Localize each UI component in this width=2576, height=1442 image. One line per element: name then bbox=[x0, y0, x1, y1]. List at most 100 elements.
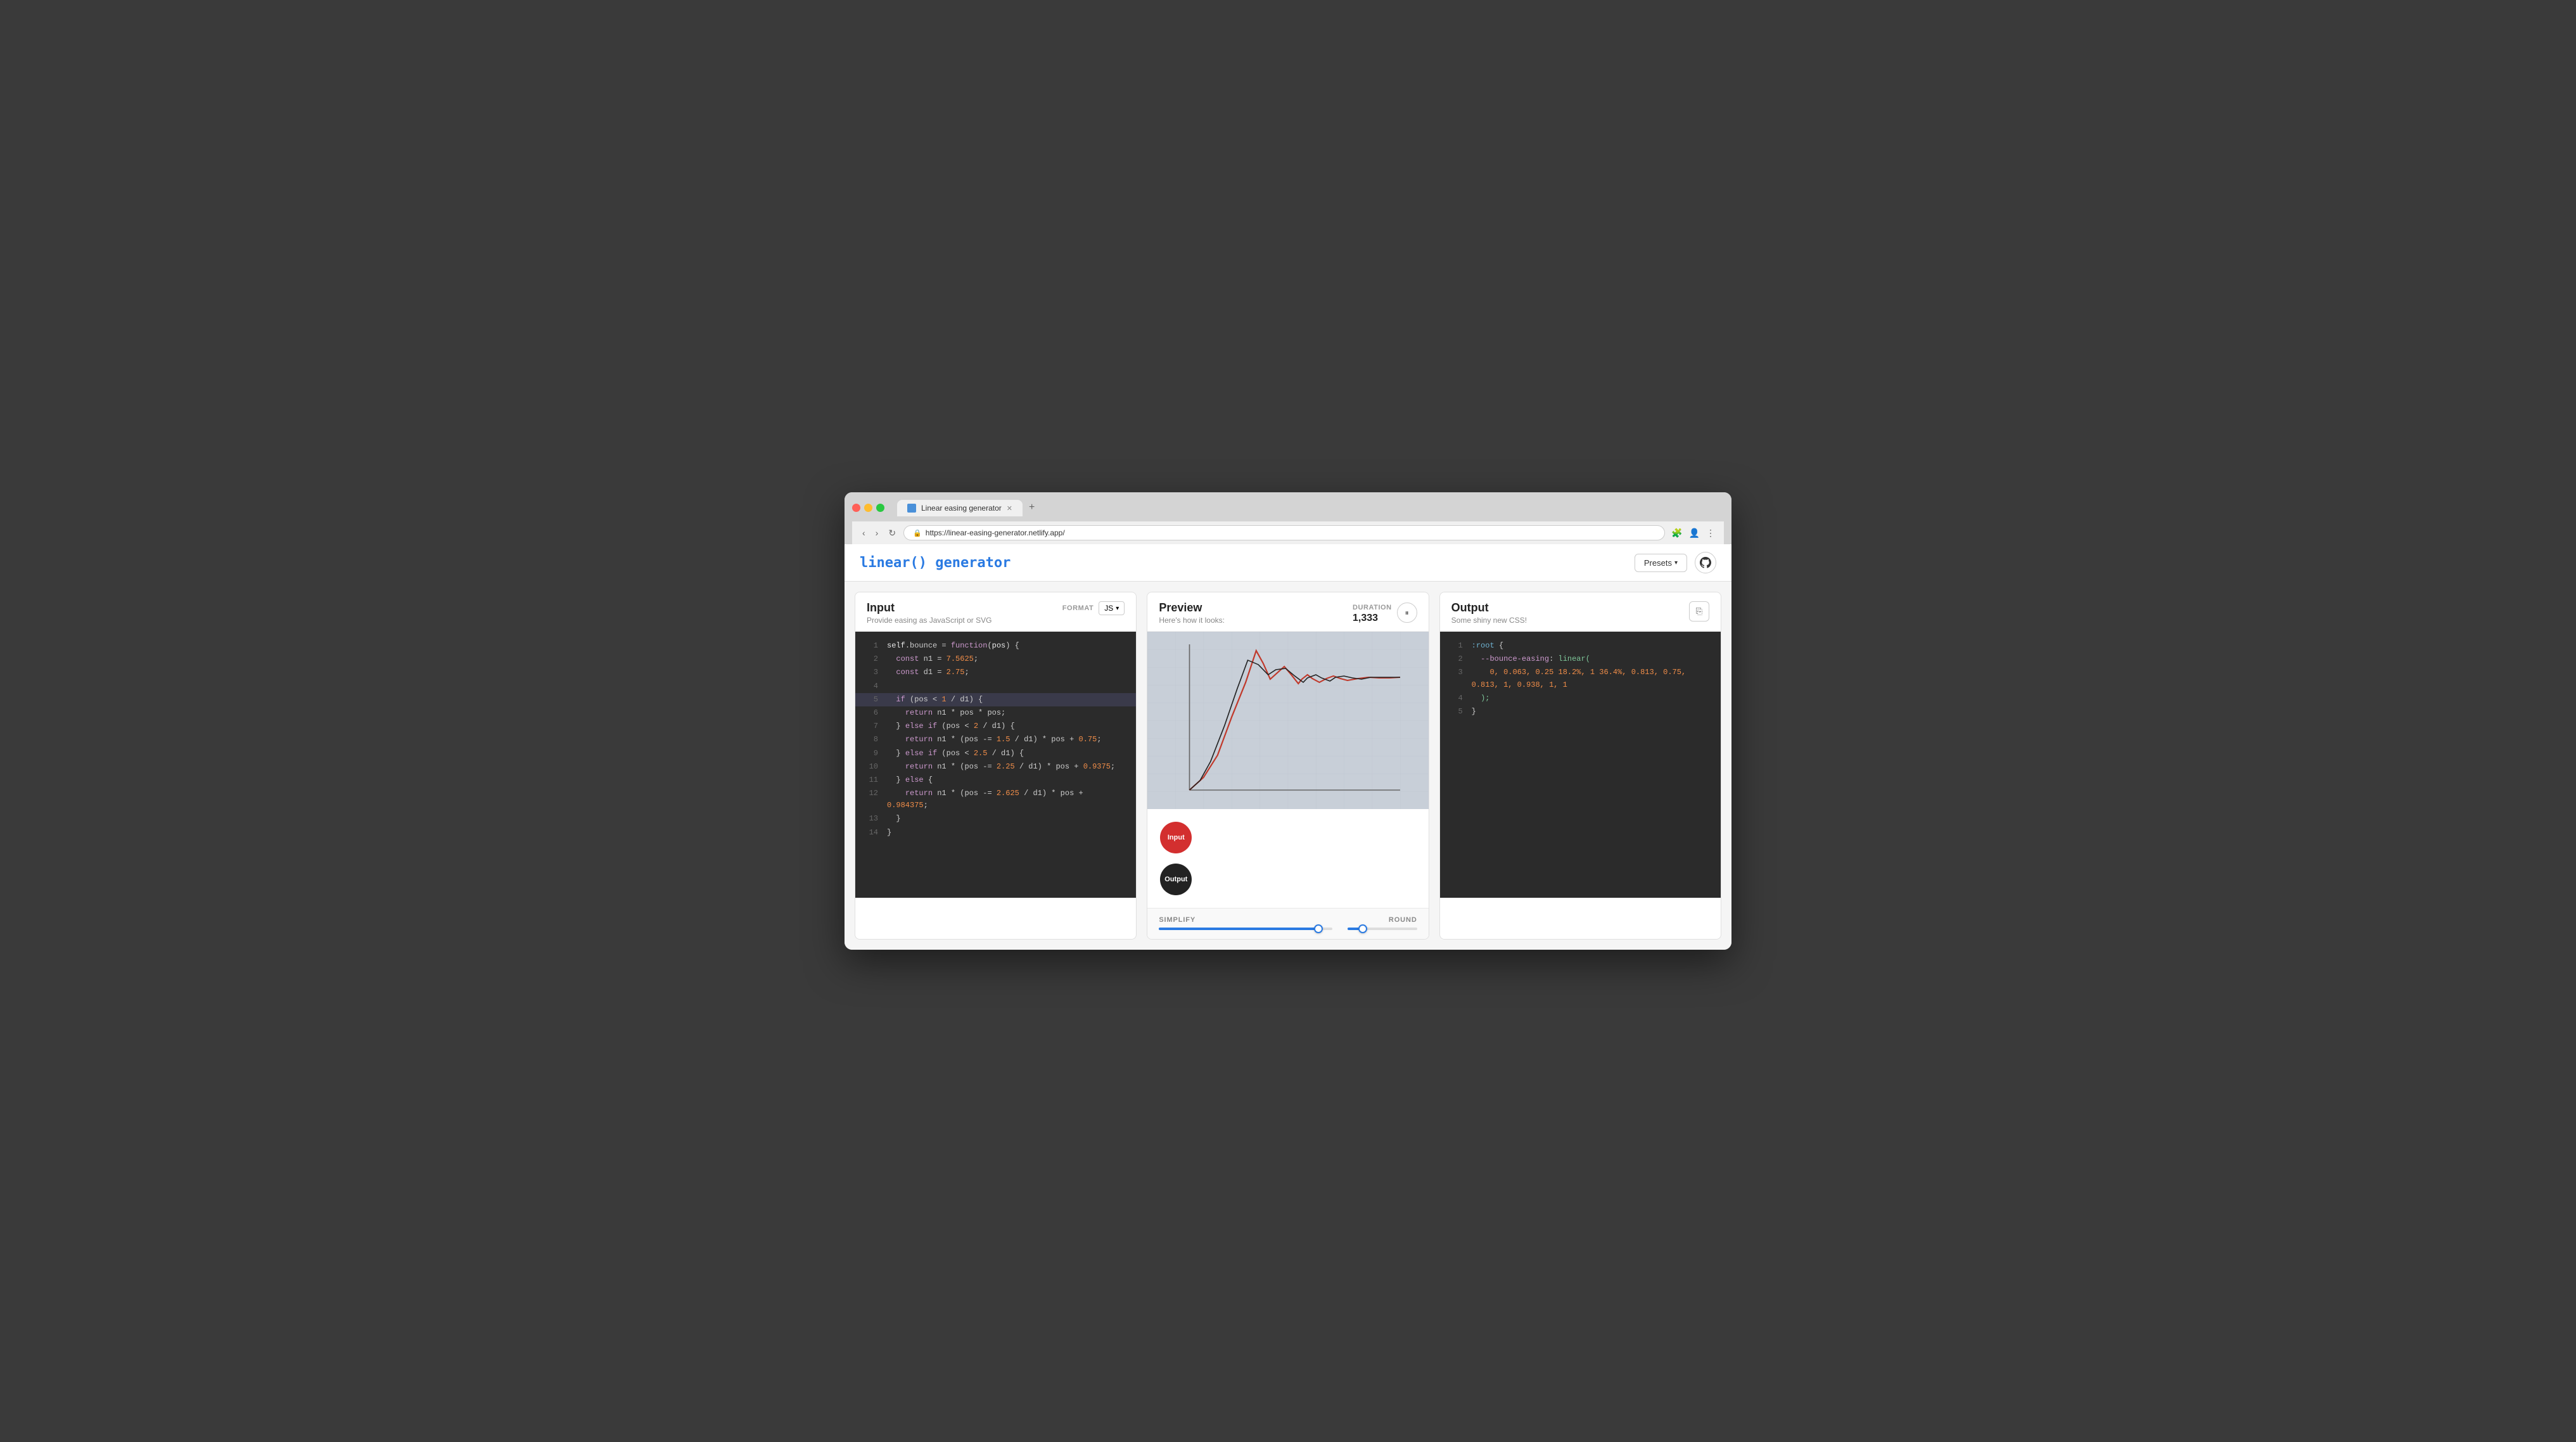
tab-title: Linear easing generator bbox=[921, 504, 1002, 513]
forward-button[interactable]: › bbox=[873, 526, 881, 539]
output-line-2: 2 --bounce-easing: linear( bbox=[1440, 653, 1721, 666]
back-button[interactable]: ‹ bbox=[860, 526, 868, 539]
format-label: FORMAT bbox=[1062, 604, 1094, 612]
lock-icon: 🔒 bbox=[913, 529, 922, 537]
address-bar[interactable]: 🔒 https://linear-easing-generator.netlif… bbox=[903, 525, 1665, 540]
simplify-track[interactable] bbox=[1159, 928, 1332, 930]
maximize-window-button[interactable] bbox=[876, 504, 884, 512]
output-line-3: 3 0, 0.063, 0.25 18.2%, 1 36.4%, 0.813, … bbox=[1440, 666, 1721, 691]
browser-toolbar: ‹ › ↻ 🔒 https://linear-easing-generator.… bbox=[852, 521, 1724, 544]
code-line-9: 9 } else if (pos < 2.5 / d1) { bbox=[855, 747, 1136, 760]
code-line-13: 13 } bbox=[855, 812, 1136, 826]
code-line-11: 11 } else { bbox=[855, 774, 1136, 787]
input-ball[interactable]: Input bbox=[1160, 822, 1192, 853]
chevron-down-icon: ▾ bbox=[1116, 605, 1119, 612]
output-ball[interactable]: Output bbox=[1160, 864, 1192, 895]
close-window-button[interactable] bbox=[852, 504, 860, 512]
easing-curve-svg bbox=[1147, 632, 1428, 809]
tab-bar: Linear easing generator ✕ + bbox=[897, 499, 1724, 516]
tab-favicon bbox=[907, 504, 916, 513]
input-ball-label: Input bbox=[1168, 834, 1185, 841]
input-panel: Input Provide easing as JavaScript or SV… bbox=[855, 592, 1137, 940]
pause-icon: ⏸ bbox=[1405, 608, 1409, 618]
round-thumb[interactable] bbox=[1358, 924, 1367, 933]
output-line-1: 1 :root { bbox=[1440, 639, 1721, 653]
presets-button[interactable]: Presets ▾ bbox=[1635, 554, 1687, 572]
format-value: JS bbox=[1104, 604, 1113, 613]
duration-group: DURATION 1,333 bbox=[1353, 601, 1392, 624]
browser-window: Linear easing generator ✕ + ‹ › ↻ 🔒 http… bbox=[845, 492, 1731, 950]
preview-panel-subtitle: Here's how it looks: bbox=[1159, 616, 1353, 625]
output-line-5: 5 } bbox=[1440, 705, 1721, 718]
easing-graph bbox=[1147, 632, 1428, 809]
refresh-button[interactable]: ↻ bbox=[886, 526, 898, 540]
github-icon bbox=[1700, 557, 1711, 568]
output-panel-header: Output Some shiny new CSS! ⎘ bbox=[1440, 592, 1721, 632]
input-panel-subtitle: Provide easing as JavaScript or SVG bbox=[867, 616, 992, 625]
animation-preview: Input Output bbox=[1147, 809, 1428, 908]
app-header: linear() generator Presets ▾ bbox=[845, 544, 1731, 582]
browser-chrome: Linear easing generator ✕ + ‹ › ↻ 🔒 http… bbox=[845, 492, 1731, 544]
duration-value: 1,333 bbox=[1353, 613, 1392, 624]
code-line-12: 12 return n1 * (pos -= 2.625 / d1) * pos… bbox=[855, 787, 1136, 812]
copy-button[interactable]: ⎘ bbox=[1689, 601, 1709, 622]
input-panel-title-group: Input Provide easing as JavaScript or SV… bbox=[867, 601, 992, 625]
presets-label: Presets bbox=[1644, 558, 1672, 568]
code-line-1: 1 self.bounce = function(pos) { bbox=[855, 639, 1136, 653]
code-line-5: 5 if (pos < 1 / d1) { bbox=[855, 693, 1136, 706]
profile-button[interactable]: 👤 bbox=[1688, 526, 1701, 540]
format-select[interactable]: JS ▾ bbox=[1099, 601, 1125, 615]
simplify-label: SIMPLIFY bbox=[1159, 916, 1332, 924]
code-line-4: 4 bbox=[855, 680, 1136, 693]
app-logo: linear() generator bbox=[860, 555, 1011, 571]
preview-title-group: Preview Here's how it looks: bbox=[1159, 601, 1353, 625]
code-line-3: 3 const d1 = 2.75; bbox=[855, 666, 1136, 679]
active-tab[interactable]: Linear easing generator ✕ bbox=[897, 500, 1023, 516]
header-right: Presets ▾ bbox=[1635, 552, 1716, 573]
input-panel-title: Input bbox=[867, 601, 992, 615]
output-code: 1 :root { 2 --bounce-easing: linear( 3 0… bbox=[1440, 632, 1721, 898]
preview-panel: Preview Here's how it looks: DURATION 1,… bbox=[1147, 592, 1429, 940]
code-line-2: 2 const n1 = 7.5625; bbox=[855, 653, 1136, 666]
output-line-4: 4 ); bbox=[1440, 692, 1721, 705]
simplify-thumb[interactable] bbox=[1314, 924, 1323, 933]
code-line-10: 10 return n1 * (pos -= 2.25 / d1) * pos … bbox=[855, 760, 1136, 774]
extensions-button[interactable]: 🧩 bbox=[1670, 526, 1683, 540]
title-bar: Linear easing generator ✕ + bbox=[852, 499, 1724, 516]
output-panel: Output Some shiny new CSS! ⎘ 1 :root { 2… bbox=[1439, 592, 1721, 940]
preview-controls: DURATION 1,333 ⏸ bbox=[1353, 601, 1417, 624]
simplify-fill bbox=[1159, 928, 1318, 930]
app-content: linear() generator Presets ▾ Inp bbox=[845, 544, 1731, 950]
preview-panel-header: Preview Here's how it looks: DURATION 1,… bbox=[1147, 592, 1428, 632]
input-panel-header: Input Provide easing as JavaScript or SV… bbox=[855, 592, 1136, 632]
output-title-group: Output Some shiny new CSS! bbox=[1451, 601, 1527, 625]
duration-label: DURATION bbox=[1353, 604, 1392, 611]
menu-button[interactable]: ⋮ bbox=[1705, 526, 1716, 540]
main-panels: Input Provide easing as JavaScript or SV… bbox=[845, 582, 1731, 950]
code-editor[interactable]: 1 self.bounce = function(pos) { 2 const … bbox=[855, 632, 1136, 898]
output-panel-subtitle: Some shiny new CSS! bbox=[1451, 616, 1527, 625]
browser-actions: 🧩 👤 ⋮ bbox=[1670, 526, 1716, 540]
minimize-window-button[interactable] bbox=[864, 504, 872, 512]
sliders-section: SIMPLIFY ROUND bbox=[1147, 908, 1428, 939]
code-line-6: 6 return n1 * pos * pos; bbox=[855, 706, 1136, 720]
chevron-down-icon: ▾ bbox=[1674, 559, 1678, 566]
tab-close-button[interactable]: ✕ bbox=[1007, 504, 1012, 513]
url-text: https://linear-easing-generator.netlify.… bbox=[926, 528, 1065, 537]
code-line-14: 14 } bbox=[855, 826, 1136, 839]
round-group: ROUND bbox=[1348, 916, 1417, 930]
input-panel-controls: FORMAT JS ▾ bbox=[1062, 601, 1125, 615]
play-pause-button[interactable]: ⏸ bbox=[1397, 603, 1417, 623]
github-button[interactable] bbox=[1695, 552, 1716, 573]
output-panel-title: Output bbox=[1451, 601, 1527, 615]
new-tab-button[interactable]: + bbox=[1023, 499, 1041, 516]
code-line-7: 7 } else if (pos < 2 / d1) { bbox=[855, 720, 1136, 733]
preview-panel-title: Preview bbox=[1159, 601, 1353, 615]
simplify-group: SIMPLIFY bbox=[1159, 916, 1332, 930]
code-line-8: 8 return n1 * (pos -= 1.5 / d1) * pos + … bbox=[855, 733, 1136, 746]
copy-icon: ⎘ bbox=[1696, 606, 1702, 616]
output-ball-label: Output bbox=[1164, 876, 1187, 883]
round-label: ROUND bbox=[1348, 916, 1417, 924]
traffic-lights bbox=[852, 504, 884, 512]
round-track[interactable] bbox=[1348, 928, 1417, 930]
